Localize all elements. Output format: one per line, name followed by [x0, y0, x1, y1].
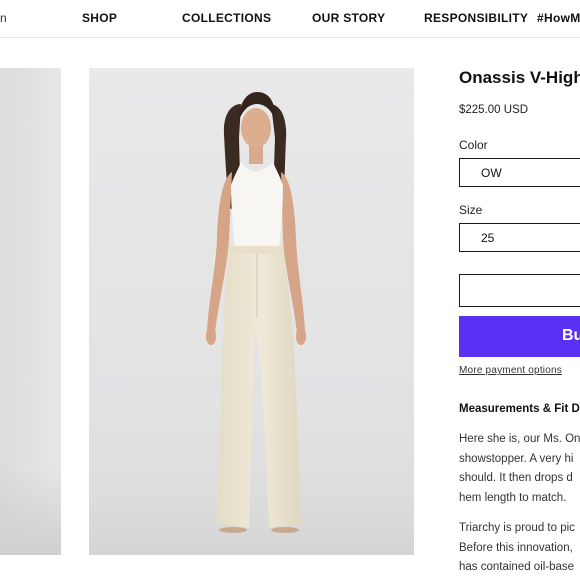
buy-now-label: Bu — [562, 327, 580, 344]
description-line: showstopper. A very hi — [459, 453, 574, 465]
description-line: Before this innovation, — [459, 542, 573, 554]
nav-collections[interactable]: COLLECTIONS — [182, 11, 271, 25]
nav-responsibility[interactable]: RESPONSIBILITY — [424, 11, 528, 25]
buy-now-button[interactable]: Bu — [459, 316, 580, 357]
more-payment-options-link[interactable]: More payment options — [459, 365, 562, 376]
color-value: OW — [481, 166, 502, 180]
nav-fragment: n — [0, 11, 7, 25]
description-line: should. It then drops d — [459, 472, 573, 484]
nav-shop[interactable]: SHOP — [82, 11, 117, 25]
product-title: Onassis V-High — [459, 68, 580, 87]
measurements-heading[interactable]: Measurements & Fit De — [459, 403, 580, 415]
nav-howm[interactable]: #HowM — [537, 11, 580, 25]
add-to-cart-button[interactable] — [459, 274, 580, 307]
size-value: 25 — [481, 231, 495, 245]
color-label: Color — [459, 138, 488, 152]
description-line: hem length to match. — [459, 492, 567, 504]
product-image-previous[interactable] — [0, 68, 61, 555]
color-select[interactable]: OW — [459, 158, 580, 187]
top-navigation: n SHOP COLLECTIONS OUR STORY RESPONSIBIL… — [0, 0, 580, 38]
size-select[interactable]: 25 — [459, 223, 580, 252]
product-price: $225.00 USD — [459, 104, 529, 116]
description-line: Triarchy is proud to pic — [459, 522, 575, 534]
nav-our-story[interactable]: OUR STORY — [312, 11, 385, 25]
product-image-main[interactable] — [89, 68, 414, 555]
description-line: Here she is, our Ms. One — [459, 433, 580, 445]
model-photo-illustration — [89, 92, 414, 555]
floor-shadow — [0, 465, 61, 555]
description-line: has contained oil-base — [459, 561, 575, 573]
size-label: Size — [459, 203, 483, 217]
